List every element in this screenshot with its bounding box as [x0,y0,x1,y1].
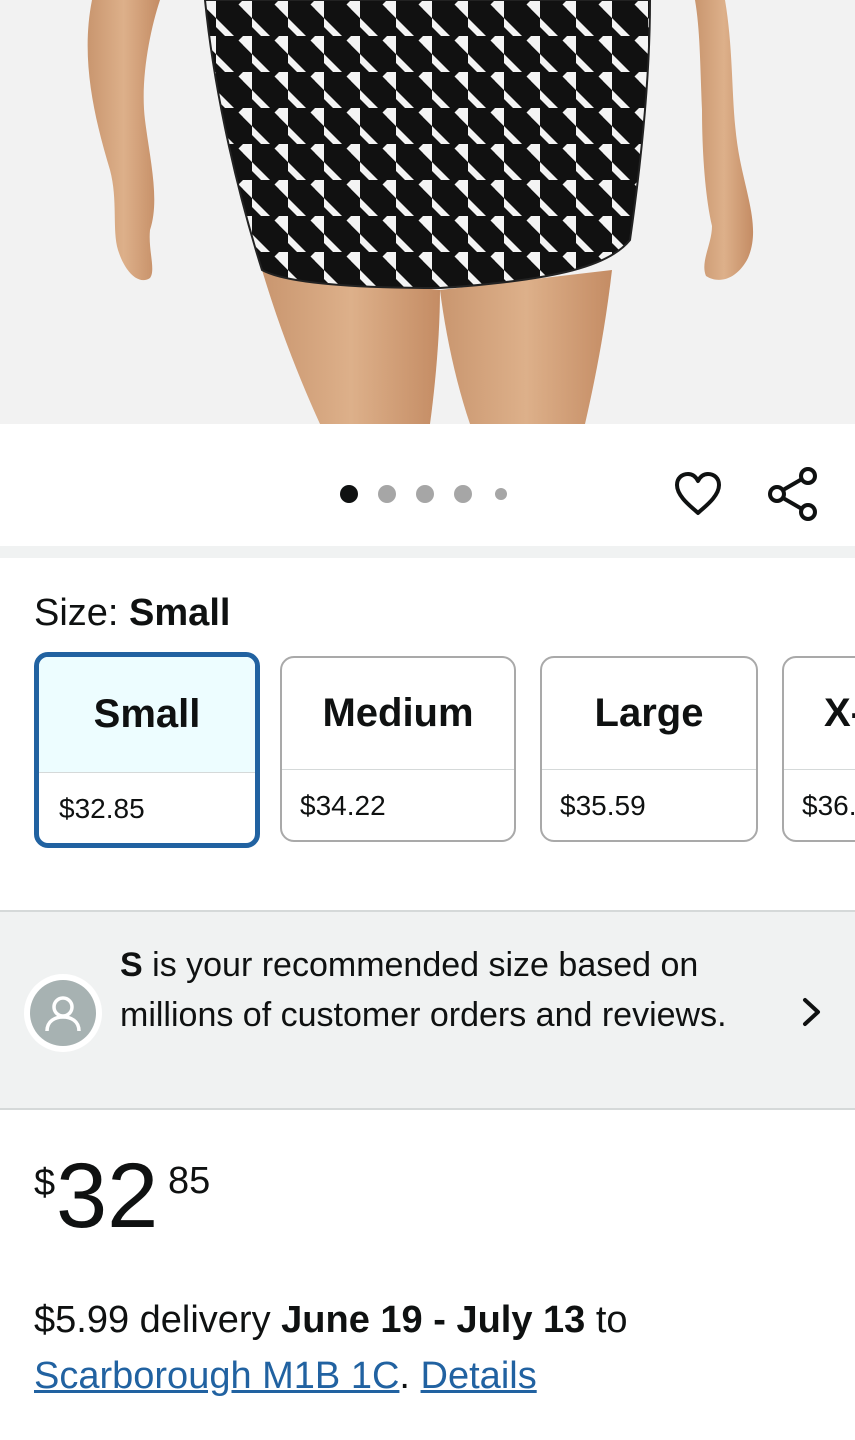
size-option-price: $35.59 [560,790,646,821]
size-recommendation-banner[interactable]: S is your recommended size based on mill… [0,910,855,1110]
size-option-price: $34.22 [300,790,386,821]
size-option-price: $32.85 [59,793,145,824]
carousel-dot[interactable] [454,485,472,503]
recommendation-message: is your recommended size based on millio… [120,946,727,1034]
size-option-small[interactable]: Small $32.85 [34,652,260,848]
size-option-name: Large [542,658,756,770]
size-option-x-large[interactable]: X- $36. [782,656,855,842]
size-label: Size: Small [34,592,230,635]
share-icon [768,467,817,521]
product-image[interactable] [0,0,855,424]
delivery-details-link[interactable]: Details [421,1355,537,1397]
add-to-list-button[interactable] [670,468,726,520]
heart-outline-icon [675,472,721,515]
delivery-period: . [399,1355,410,1397]
delivery-to: to [595,1299,628,1341]
carousel-dot-active[interactable] [340,485,358,503]
size-option-name: Small [39,657,255,773]
delivery-cost: $5.99 delivery [34,1299,271,1341]
carousel-dot[interactable] [416,485,434,503]
share-button[interactable] [762,466,824,522]
size-option-price: $36. [802,790,855,821]
section-divider [0,546,855,558]
price-whole: 32 [56,1145,159,1247]
user-icon [45,996,81,1032]
size-options: Small $32.85 Medium $34.22 Large $35.59 … [34,652,855,848]
delivery-location-link[interactable]: Scarborough M1B 1C [34,1355,399,1397]
product-photo [0,0,855,424]
price-fraction: 85 [168,1160,211,1202]
size-option-medium[interactable]: Medium $34.22 [280,656,516,842]
size-selected-name: Small [129,592,231,634]
price-currency-symbol: $ [34,1162,56,1204]
size-label-prefix: Size: [34,592,119,634]
carousel-dot[interactable] [495,488,507,500]
size-option-name: X- [784,658,855,770]
carousel-dot[interactable] [378,485,396,503]
chevron-right-icon[interactable] [796,994,828,1030]
carousel-controls [0,424,855,546]
delivery-info: $5.99 delivery June 19 - July 13 to Scar… [34,1292,834,1404]
recommended-size-letter: S [120,946,143,984]
avatar [24,974,102,1052]
recommendation-text: S is your recommended size based on mill… [120,940,780,1040]
size-option-name: Medium [282,658,514,770]
carousel-dots[interactable] [340,484,527,504]
delivery-dates: June 19 - July 13 [281,1299,586,1341]
size-option-large[interactable]: Large $35.59 [540,656,758,842]
